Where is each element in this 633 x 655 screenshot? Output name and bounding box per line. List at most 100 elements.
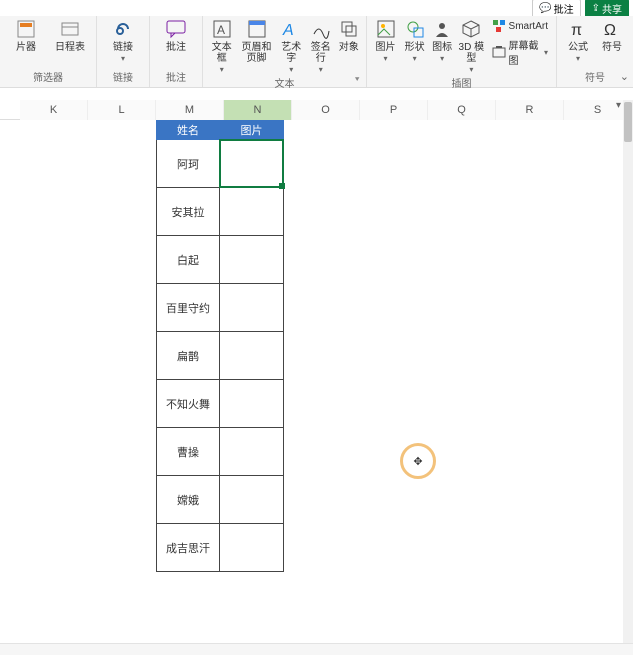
- textbox-icon: A: [211, 18, 233, 40]
- ribbon-collapse-button[interactable]: ⌄: [620, 70, 629, 83]
- scroll-thumb[interactable]: [624, 102, 632, 142]
- group-illustration: 图片▾ 形状▾ 图标▾ 3D 模型▾ SmartArt: [367, 16, 557, 87]
- share-icon: ⇪: [592, 3, 600, 14]
- cell-pic[interactable]: [220, 524, 284, 572]
- chevron-down-icon: ▾: [544, 48, 548, 57]
- picture-icon: [375, 18, 397, 40]
- column-header-M[interactable]: M: [156, 100, 224, 120]
- group-filter: 片器 日程表 筛选器: [0, 16, 97, 87]
- spreadsheet[interactable]: KLMNOPQRS 姓名 图片 阿珂安其拉白起百里守约扁鹊不知火舞曹操嫦娥成吉思…: [0, 100, 623, 643]
- symbol-icon: Ω: [601, 18, 623, 40]
- cell-name[interactable]: 不知火舞: [156, 380, 220, 428]
- signature-label: 签名行▾: [308, 42, 334, 75]
- symbol-button[interactable]: Ω 符号: [597, 18, 627, 53]
- smartart-label: SmartArt: [509, 21, 548, 32]
- column-header-S[interactable]: S: [564, 100, 632, 120]
- cell-pic[interactable]: [220, 236, 284, 284]
- link-label: 链接▾: [113, 42, 133, 64]
- cell-name[interactable]: 阿珂: [156, 140, 220, 188]
- table-row: 百里守约: [156, 284, 284, 332]
- chevron-down-icon: ▾: [413, 54, 417, 63]
- signature-button[interactable]: 签名行▾: [308, 18, 334, 75]
- table-header: 姓名 图片: [156, 120, 284, 140]
- column-header-O[interactable]: O: [292, 100, 360, 120]
- annotate-ribbon-button[interactable]: 批注: [156, 18, 196, 53]
- share-button[interactable]: ⇪ 共享: [585, 0, 629, 18]
- vertical-scrollbar[interactable]: [623, 100, 633, 643]
- table-row: 曹操: [156, 428, 284, 476]
- group-link: 链接▾ 链接: [97, 16, 150, 87]
- equation-label: 公式▾: [568, 42, 588, 64]
- cell-pic[interactable]: [220, 284, 284, 332]
- picture-button[interactable]: 图片▾: [373, 18, 398, 64]
- icons-button[interactable]: 图标▾: [431, 18, 453, 64]
- chevron-down-icon: ▾: [289, 65, 293, 74]
- timeline-label: 日程表: [55, 42, 85, 53]
- picture-label: 图片▾: [376, 42, 396, 64]
- cell-pic[interactable]: [220, 476, 284, 524]
- table-row: 白起: [156, 236, 284, 284]
- cell-pic[interactable]: [220, 188, 284, 236]
- shapes-icon: [404, 18, 426, 40]
- chevron-down-icon: ▾: [220, 65, 224, 74]
- model3d-label: 3D 模型▾: [457, 42, 485, 75]
- shapes-button[interactable]: 形状▾: [402, 18, 427, 64]
- cell-name[interactable]: 成吉思汗: [156, 524, 220, 572]
- equation-icon: π: [567, 18, 589, 40]
- cell-name[interactable]: 安其拉: [156, 188, 220, 236]
- object-button[interactable]: 对象: [338, 18, 361, 53]
- wordart-label: 艺术字▾: [279, 42, 305, 75]
- annotate-label: 批注: [554, 1, 574, 16]
- slicer-label: 片器: [16, 42, 36, 53]
- textbox-button[interactable]: A 文本框▾: [209, 18, 235, 75]
- equation-button[interactable]: π 公式▾: [563, 18, 593, 64]
- chevron-down-icon: ▾: [319, 65, 323, 74]
- cell-name[interactable]: 白起: [156, 236, 220, 284]
- chevron-down-icon: ▾: [576, 54, 580, 63]
- status-bar: [0, 643, 633, 655]
- column-header-N[interactable]: N: [224, 100, 292, 120]
- screenshot-button[interactable]: 屏幕截图 ▾: [490, 36, 550, 68]
- cell-name[interactable]: 嫦娥: [156, 476, 220, 524]
- chevron-down-icon: ▾: [440, 54, 444, 63]
- svg-text:π: π: [571, 22, 582, 39]
- link-button[interactable]: 链接▾: [103, 18, 143, 64]
- model3d-button[interactable]: 3D 模型▾: [457, 18, 485, 75]
- cell-name[interactable]: 扁鹊: [156, 332, 220, 380]
- group-text: A 文本框▾ 页眉和页脚 A 艺术字▾ 签名行▾ 对象 文本 ⯆: [203, 16, 367, 87]
- headerfooter-button[interactable]: 页眉和页脚: [239, 18, 275, 64]
- cell-pic[interactable]: [220, 380, 284, 428]
- svg-text:A: A: [217, 23, 225, 37]
- ribbon: 片器 日程表 筛选器 链接▾ 链接 批注 批注: [0, 16, 633, 88]
- cell-name[interactable]: 百里守约: [156, 284, 220, 332]
- signature-icon: [310, 18, 332, 40]
- object-icon: [338, 18, 360, 40]
- group-link-name: 链接: [103, 69, 143, 85]
- column-header-P[interactable]: P: [360, 100, 428, 120]
- slicer-button[interactable]: 片器: [6, 18, 46, 53]
- timeline-icon: [59, 18, 81, 40]
- cell-name[interactable]: 曹操: [156, 428, 220, 476]
- column-headers: KLMNOPQRS: [0, 100, 623, 120]
- column-header-R[interactable]: R: [496, 100, 564, 120]
- wordart-button[interactable]: A 艺术字▾: [279, 18, 305, 75]
- annotate-button[interactable]: 💬 批注: [532, 0, 580, 18]
- cell-pic[interactable]: [220, 332, 284, 380]
- object-label: 对象: [339, 42, 359, 53]
- cell-pic[interactable]: [220, 428, 284, 476]
- cell-pic[interactable]: [220, 140, 284, 188]
- sheet-split-caret[interactable]: ▾: [616, 100, 621, 111]
- group-text-expand[interactable]: ⯆: [354, 75, 364, 85]
- share-label: 共享: [602, 1, 622, 16]
- timeline-button[interactable]: 日程表: [50, 18, 90, 53]
- smartart-icon: [492, 19, 506, 33]
- table-body: 阿珂安其拉白起百里守约扁鹊不知火舞曹操嫦娥成吉思汗: [156, 140, 284, 572]
- titlebar: 💬 批注 ⇪ 共享: [0, 0, 633, 16]
- column-header-K[interactable]: K: [20, 100, 88, 120]
- chevron-down-icon: ▾: [469, 65, 473, 74]
- icons-icon: [431, 18, 453, 40]
- annotate-ribbon-label: 批注: [166, 42, 186, 53]
- column-header-L[interactable]: L: [88, 100, 156, 120]
- smartart-button[interactable]: SmartArt: [490, 18, 550, 34]
- column-header-Q[interactable]: Q: [428, 100, 496, 120]
